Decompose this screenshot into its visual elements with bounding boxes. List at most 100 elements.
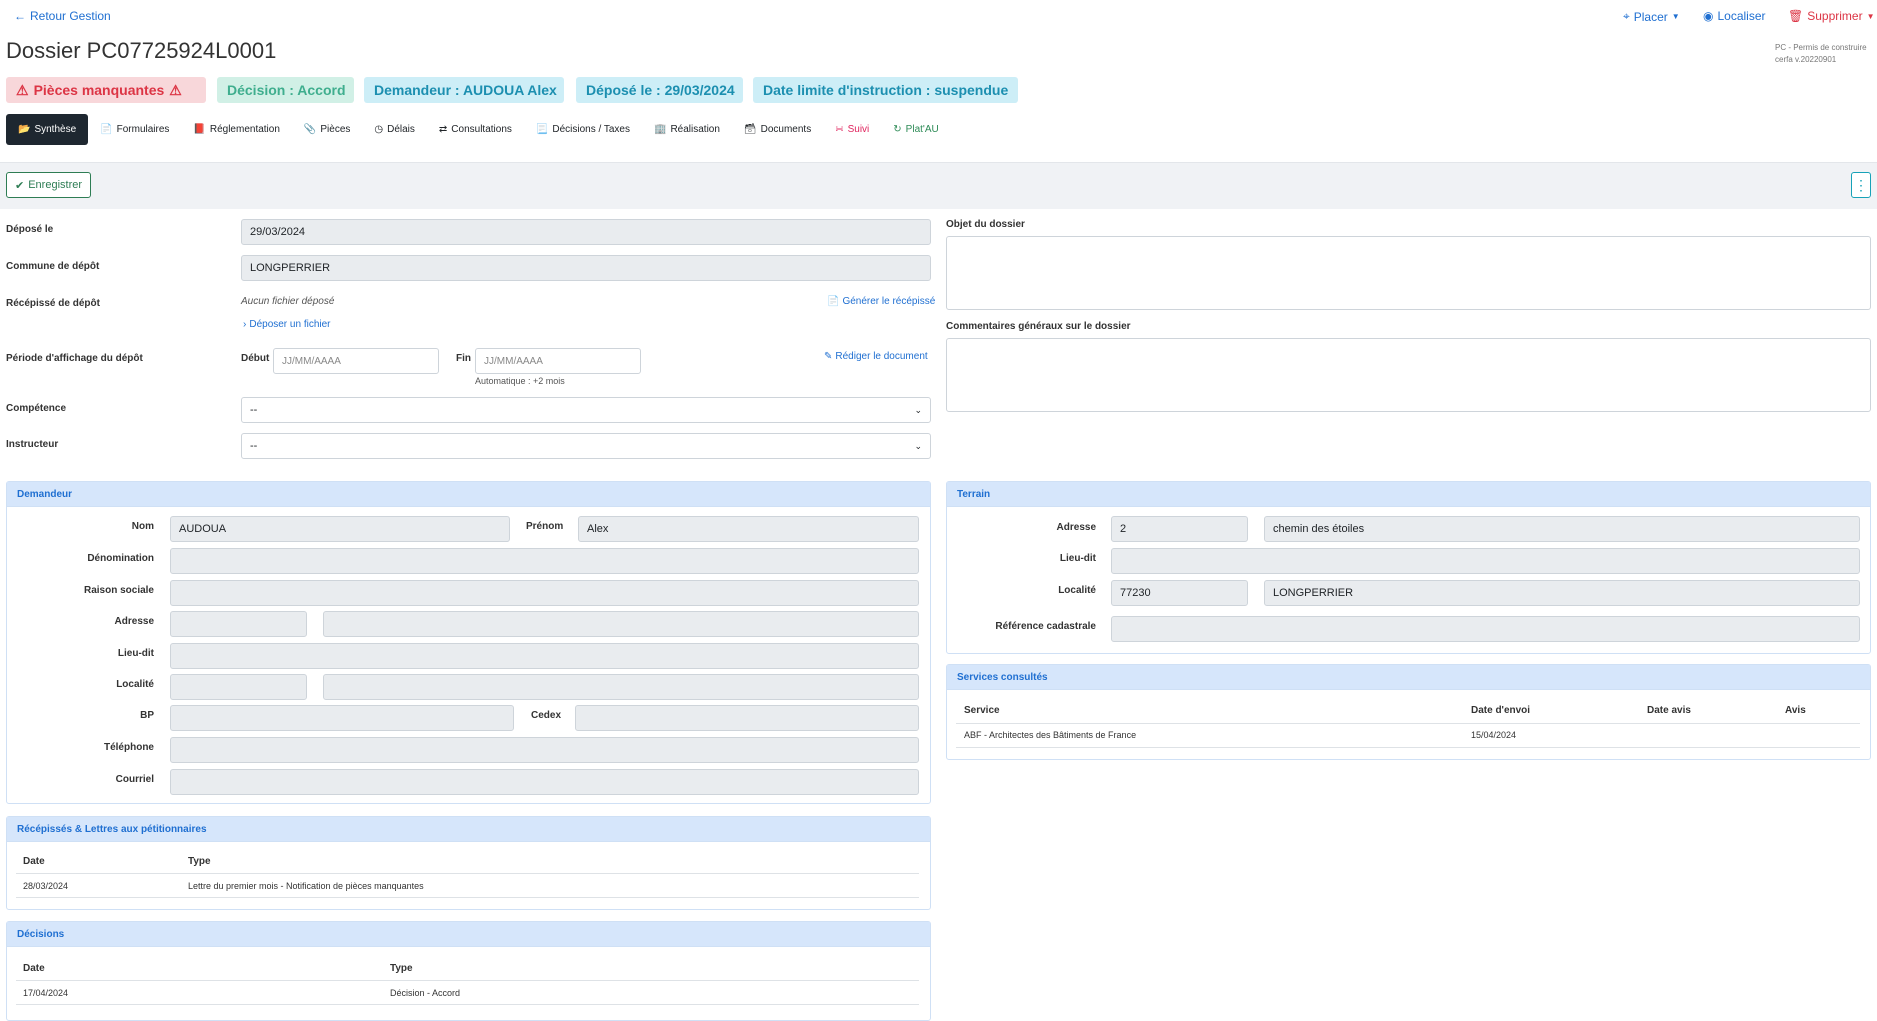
tab-platau[interactable]: ↻ Plat'AU bbox=[881, 114, 950, 145]
commentaires-label: Commentaires généraux sur le dossier bbox=[946, 321, 1131, 332]
tab-reglementation[interactable]: 📕 Réglementation bbox=[181, 114, 292, 145]
tab-consultations[interactable]: ⇄ Consultations bbox=[427, 114, 524, 145]
back-link-label: Retour Gestion bbox=[30, 9, 111, 23]
placer-label: Placer bbox=[1633, 9, 1668, 24]
table-row: 17/04/2024 bbox=[23, 988, 69, 998]
tab-decisions-taxes[interactable]: 📃 Décisions / Taxes bbox=[524, 114, 642, 145]
services-col-date-avis: Date avis bbox=[1647, 705, 1691, 716]
localiser-label: Localiser bbox=[1717, 9, 1766, 23]
rediger-document-link[interactable]: ✎ Rédiger le document bbox=[824, 351, 928, 362]
lieudit-field[interactable] bbox=[170, 643, 919, 669]
save-label: Enregistrer bbox=[28, 179, 83, 191]
save-button[interactable]: ✔ Enregistrer bbox=[6, 172, 92, 198]
chevron-right-icon: › bbox=[243, 319, 247, 330]
tab-realisation[interactable]: 🏢 Réalisation bbox=[642, 114, 732, 145]
building-icon: 🏢 bbox=[653, 124, 667, 135]
tab-label: Suivi bbox=[847, 124, 870, 135]
file-icon: 📄 bbox=[100, 124, 113, 135]
page-title: Dossier PC07725924L0001 bbox=[6, 38, 277, 63]
services-col-avis: Avis bbox=[1785, 705, 1806, 716]
terrain-numero-field[interactable]: 2 bbox=[1111, 516, 1248, 542]
terrain-ville-field[interactable]: LONGPERRIER bbox=[1264, 580, 1860, 606]
debut-date-input[interactable]: JJ/MM/AAAA bbox=[273, 348, 439, 374]
localite-ville-field[interactable] bbox=[323, 674, 919, 700]
objet-textarea[interactable] bbox=[946, 236, 1871, 310]
lieudit-label: Lieu-dit bbox=[117, 648, 154, 659]
file-text-icon: 📃 bbox=[535, 124, 549, 135]
cadastre-field[interactable] bbox=[1111, 616, 1860, 642]
trash-icon: 🗑 bbox=[1788, 9, 1804, 23]
adresse-numero-field[interactable] bbox=[170, 611, 307, 637]
tab-label: Formulaires bbox=[116, 124, 170, 135]
terrain-cp-field[interactable]: 77230 bbox=[1111, 580, 1248, 606]
prenom-field[interactable]: Alex bbox=[578, 516, 919, 542]
localite-cp-field[interactable] bbox=[170, 674, 307, 700]
more-options-button[interactable]: ⋮ bbox=[1851, 172, 1871, 198]
table-row: 28/03/2024 bbox=[23, 881, 69, 891]
depose-label: Déposé le bbox=[6, 224, 54, 235]
badge-depose: Déposé le : 29/03/2024 bbox=[576, 77, 743, 103]
localiser-button[interactable]: ◉ Localiser bbox=[1703, 9, 1766, 23]
services-panel-title: Services consultés bbox=[947, 665, 1870, 690]
fin-date-input[interactable]: JJ/MM/AAAA bbox=[475, 348, 641, 374]
chevron-down-icon: ⌄ bbox=[914, 440, 922, 451]
kebab-icon: ⋮ bbox=[1854, 176, 1868, 193]
cedex-field[interactable] bbox=[575, 705, 919, 731]
courriel-field[interactable] bbox=[170, 769, 919, 795]
paperclip-icon: 📎 bbox=[303, 124, 317, 135]
fin-label: Fin bbox=[456, 353, 471, 364]
tab-documents[interactable]: 🗃 Documents bbox=[732, 114, 823, 145]
decisions-col-date: Date bbox=[23, 963, 45, 974]
cedex-label: Cedex bbox=[531, 710, 562, 721]
tab-label: Documents bbox=[760, 124, 812, 135]
tab-formulaires[interactable]: 📄 Formulaires bbox=[88, 114, 181, 145]
debut-label: Début bbox=[241, 353, 270, 364]
demandeur-panel-title: Demandeur bbox=[7, 482, 930, 507]
generer-label: Générer le récépissé bbox=[842, 296, 936, 307]
telephone-field[interactable] bbox=[170, 737, 919, 763]
deposer-label: Déposer un fichier bbox=[249, 319, 331, 330]
generer-recepisse-link[interactable]: 📄 Générer le récépissé bbox=[827, 296, 935, 307]
back-link[interactable]: ← Retour Gestion bbox=[14, 9, 111, 23]
terrain-voie-field[interactable]: chemin des étoiles bbox=[1264, 516, 1860, 542]
warning-icon: ⚠ bbox=[169, 81, 182, 98]
decisions-panel-title: Décisions bbox=[7, 922, 930, 947]
deposer-fichier-link[interactable]: › Déposer un fichier bbox=[243, 319, 331, 330]
tab-delais[interactable]: ◷ Délais bbox=[362, 114, 427, 145]
tab-synthese[interactable]: 📂 Synthèse bbox=[6, 114, 89, 145]
terrain-localite-label: Localité bbox=[1058, 585, 1096, 596]
instructeur-select[interactable]: -- ⌄ bbox=[241, 433, 931, 459]
bp-field[interactable] bbox=[170, 705, 514, 731]
supprimer-dropdown[interactable]: 🗑 Supprimer ▼ bbox=[1788, 9, 1875, 23]
tab-label: Synthèse bbox=[34, 124, 77, 135]
tab-label: Décisions / Taxes bbox=[552, 124, 630, 135]
commentaires-textarea[interactable] bbox=[946, 338, 1871, 412]
table-cell-type: Lettre du premier mois - Notification de… bbox=[188, 881, 424, 891]
cadastre-label: Référence cadastrale bbox=[995, 621, 1096, 632]
chevron-down-icon: ⌄ bbox=[914, 404, 922, 415]
nom-field[interactable]: AUDOUA bbox=[170, 516, 510, 542]
competence-select[interactable]: -- ⌄ bbox=[241, 397, 931, 423]
commune-field[interactable]: LONGPERRIER bbox=[241, 255, 931, 281]
raison-sociale-field[interactable] bbox=[170, 580, 919, 606]
tab-bar: 📂 Synthèse 📄 Formulaires 📕 Réglementation 📎… bbox=[6, 114, 951, 145]
instructeur-value: -- bbox=[250, 440, 258, 452]
terrain-lieudit-field[interactable] bbox=[1111, 548, 1860, 574]
depose-field[interactable]: 29/03/2024 bbox=[241, 219, 931, 245]
adresse-voie-field[interactable] bbox=[323, 611, 919, 637]
check-icon: ✔ bbox=[15, 179, 25, 192]
services-col-envoi: Date d'envoi bbox=[1471, 705, 1531, 716]
placer-dropdown[interactable]: ⌖ Placer ▼ bbox=[1623, 9, 1680, 24]
tab-pieces[interactable]: 📎 Pièces bbox=[292, 114, 362, 145]
edit-icon: ✎ bbox=[824, 351, 833, 362]
tab-suivi[interactable]: ∺ Suivi bbox=[823, 114, 881, 145]
caret-down-icon: ▼ bbox=[1671, 12, 1680, 21]
tab-label: Plat'AU bbox=[905, 124, 939, 135]
table-cell-type: Décision - Accord bbox=[390, 988, 461, 998]
raison-sociale-label: Raison sociale bbox=[83, 585, 154, 596]
terrain-lieudit-label: Lieu-dit bbox=[1059, 553, 1096, 564]
terrain-panel-title: Terrain bbox=[947, 482, 1870, 507]
clock-icon: ◷ bbox=[374, 124, 384, 135]
denomination-field[interactable] bbox=[170, 548, 919, 574]
crosshair-icon: ⌖ bbox=[1623, 9, 1630, 23]
